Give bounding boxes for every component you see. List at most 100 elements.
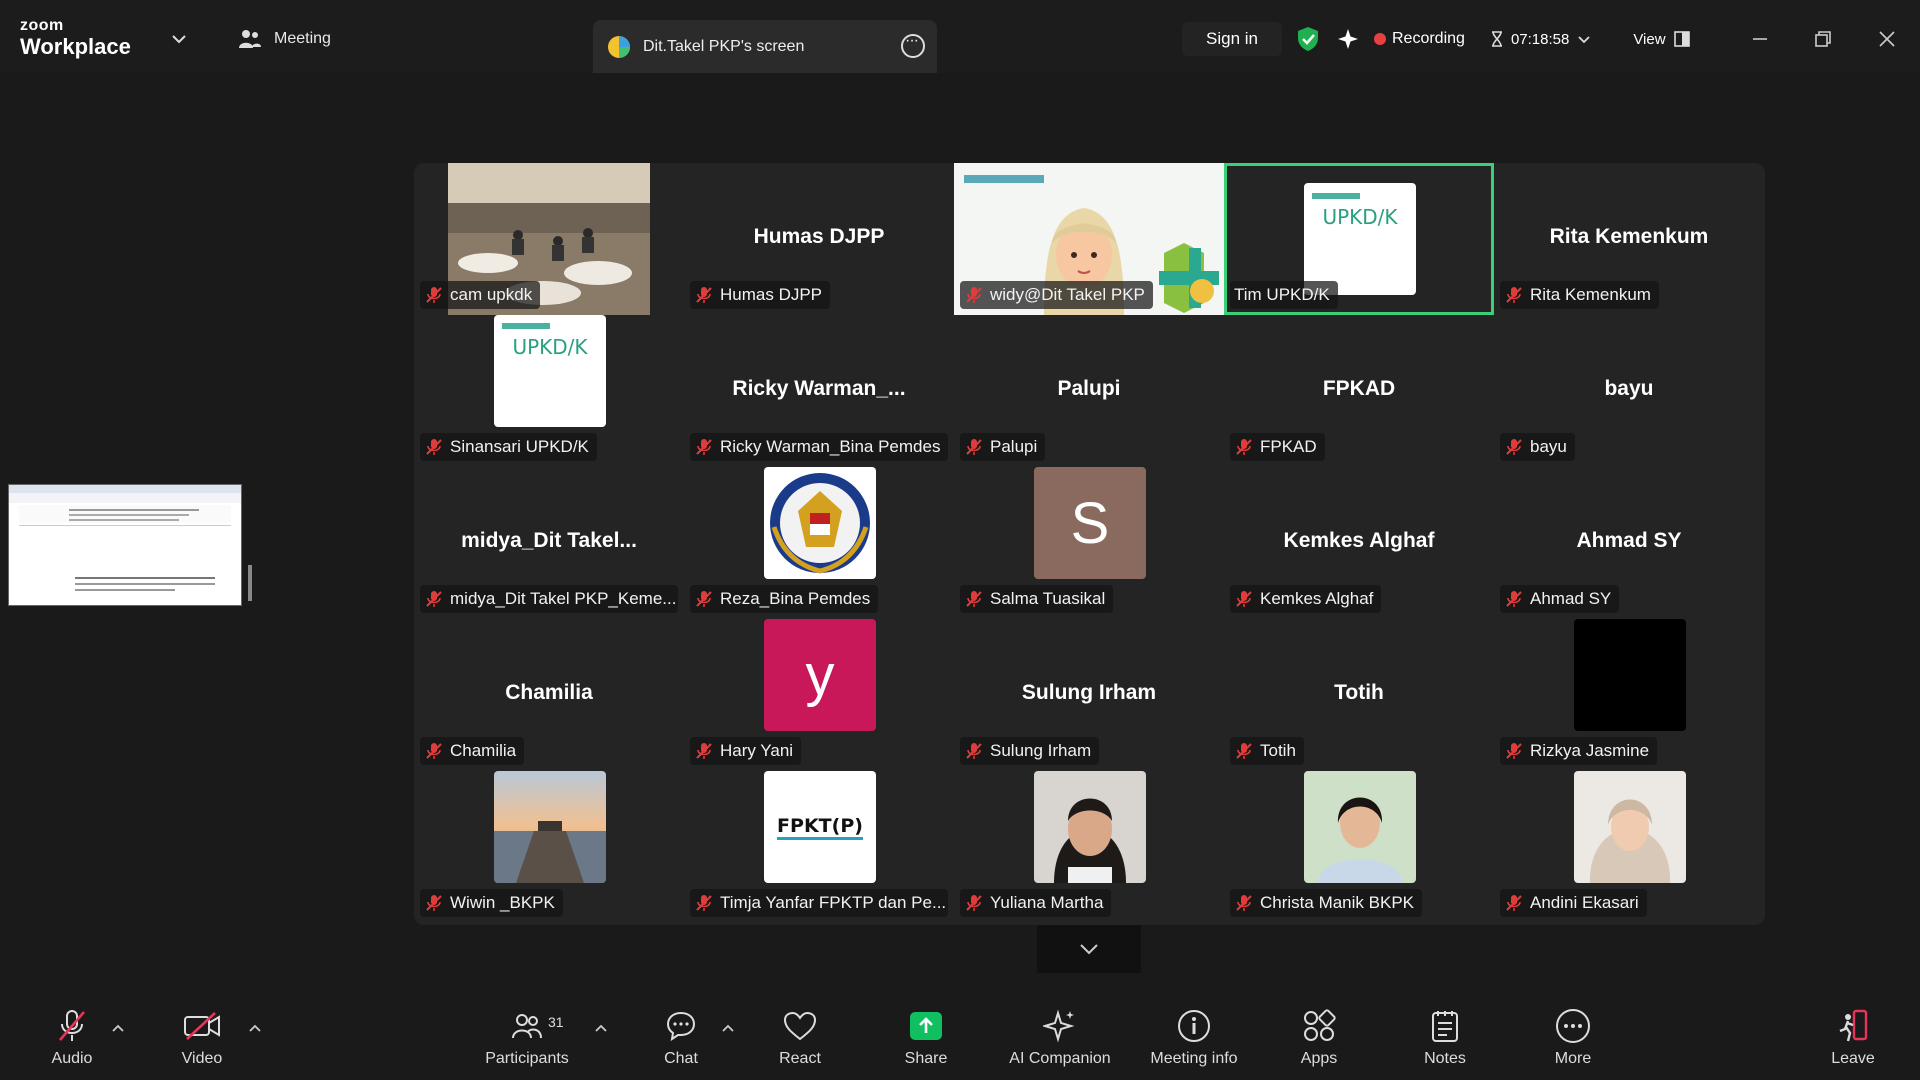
meeting-info-label: Meeting info	[1150, 1050, 1238, 1067]
recording-indicator[interactable]: Recording	[1374, 30, 1465, 48]
participant-tile[interactable]: FPKT(P) Timja Yanfar FPKTP dan Pe...	[684, 771, 954, 923]
upkdk-text: UPKD/K	[512, 335, 588, 359]
mic-muted-icon	[1236, 439, 1252, 455]
share-button[interactable]: Share	[871, 1008, 981, 1068]
video-button[interactable]: Video	[147, 1008, 257, 1068]
ai-companion-button[interactable]: AI Companion	[1005, 1008, 1115, 1068]
mic-muted-icon	[966, 895, 982, 911]
shield-check-icon[interactable]	[1296, 26, 1320, 52]
participant-tile[interactable]: Kemkes Alghaf Kemkes Alghaf	[1224, 467, 1494, 619]
participant-tile[interactable]: Humas DJPP Humas DJPP	[684, 163, 954, 315]
participant-display-name: Totih	[1334, 681, 1384, 704]
participant-tile[interactable]: Rizkya Jasmine	[1494, 619, 1764, 771]
participant-tile[interactable]: widy@Dit Takel PKP	[954, 163, 1224, 315]
mic-muted-icon	[966, 591, 982, 607]
chat-button[interactable]: Chat	[626, 1008, 736, 1068]
participant-name: cam upkdk	[450, 285, 533, 304]
participant-name: widy@Dit Takel PKP	[990, 285, 1145, 304]
participant-name-tag: Yuliana Martha	[960, 889, 1112, 917]
chevron-up-icon[interactable]	[720, 1020, 736, 1036]
mic-muted-icon	[1236, 591, 1252, 607]
participant-name-tag: widy@Dit Takel PKP	[960, 281, 1153, 309]
participant-tile[interactable]: Sulung Irham Sulung Irham	[954, 619, 1224, 771]
participant-tile[interactable]: S Salma Tuasikal	[954, 467, 1224, 619]
sign-in-button[interactable]: Sign in	[1182, 22, 1282, 56]
meeting-tab-label: Meeting	[274, 30, 331, 47]
mic-muted-icon	[696, 591, 712, 607]
participant-name: Chamilia	[450, 741, 517, 760]
participant-tile[interactable]: bayu bayu	[1494, 315, 1764, 467]
meeting-toolbar: Audio Video 31 Participants Chat React S…	[0, 990, 1920, 1080]
participant-tile[interactable]: Rita Kemenkum Rita Kemenkum	[1494, 163, 1764, 315]
gallery-next-page-button[interactable]	[1037, 925, 1141, 973]
participant-tile[interactable]: Wiwin _BKPK	[414, 771, 684, 923]
participant-tile[interactable]: Ahmad SY Ahmad SY	[1494, 467, 1764, 619]
title-bar: zoom Workplace Meeting Dit.Takel PKP's s…	[0, 0, 1920, 73]
participant-tile[interactable]: Totih Totih	[1224, 619, 1494, 771]
participant-tile[interactable]: Yuliana Martha	[954, 771, 1224, 923]
chat-icon	[666, 1011, 696, 1042]
hourglass-icon	[1491, 31, 1502, 47]
participant-name-tag: Hary Yani	[690, 737, 802, 765]
participant-name-tag: Ahmad SY	[1500, 585, 1620, 613]
chevron-up-icon[interactable]	[247, 1020, 263, 1036]
zoom-workplace-logo[interactable]: zoom Workplace	[20, 18, 131, 58]
participant-name-tag: Ricky Warman_Bina Pemdes	[690, 433, 948, 461]
leave-button[interactable]: Leave	[1798, 1008, 1908, 1068]
participants-button[interactable]: 31 Participants	[472, 1008, 582, 1068]
more-label: More	[1554, 1050, 1592, 1067]
notes-button[interactable]: Notes	[1390, 1008, 1500, 1068]
participant-name-tag: Salma Tuasikal	[960, 585, 1114, 613]
view-button[interactable]: View	[1633, 31, 1690, 48]
mic-muted-icon	[426, 743, 442, 759]
participant-name: Tim UPKD/K	[1234, 285, 1330, 304]
titlebar-right-controls: Sign in Recording 07:18:58 View	[1182, 22, 1690, 56]
apps-button[interactable]: Apps	[1264, 1008, 1374, 1068]
participant-name-tag: Reza_Bina Pemdes	[690, 585, 879, 613]
resize-handle[interactable]	[248, 565, 252, 601]
participant-tile[interactable]: Palupi Palupi	[954, 315, 1224, 467]
participant-tile[interactable]: UPKD/K Sinansari UPKD/K	[414, 315, 684, 467]
participant-tile[interactable]: Christa Manik BKPK	[1224, 771, 1494, 923]
participant-display-name: Kemkes Alghaf	[1283, 529, 1435, 552]
more-options-icon[interactable]	[901, 32, 925, 58]
leave-icon	[1839, 1009, 1868, 1042]
participant-tile[interactable]: Ricky Warman_... Ricky Warman_Bina Pemde…	[684, 315, 954, 467]
participant-tile[interactable]: midya_Dit Takel... midya_Dit Takel PKP_K…	[414, 467, 684, 619]
shared-screen-thumbnail[interactable]	[8, 484, 242, 606]
mic-muted-icon	[1506, 743, 1522, 759]
participant-tile[interactable]: Reza_Bina Pemdes	[684, 467, 954, 619]
participant-name-tag: Sinansari UPKD/K	[420, 433, 597, 461]
participant-tile[interactable]: FPKAD FPKAD	[1224, 315, 1494, 467]
more-button[interactable]: More	[1518, 1008, 1628, 1068]
participant-name: Rizkya Jasmine	[1530, 741, 1650, 760]
mic-muted-icon	[696, 439, 712, 455]
restore-icon[interactable]	[1808, 24, 1838, 54]
meeting-info-button[interactable]: Meeting info	[1139, 1008, 1249, 1068]
participant-tile[interactable]: y Hary Yani	[684, 619, 954, 771]
tab-shared-screen[interactable]: Dit.Takel PKP's screen	[593, 20, 937, 73]
garuda-emblem-avatar	[764, 467, 876, 579]
meeting-timer[interactable]: 07:18:58	[1491, 31, 1591, 48]
close-icon[interactable]	[1872, 24, 1902, 54]
participant-tile[interactable]: Chamilia Chamilia	[414, 619, 684, 771]
more-icon	[1556, 1009, 1590, 1043]
tab-meeting[interactable]: Meeting	[238, 28, 331, 50]
participant-tile[interactable]: cam upkdk	[414, 163, 684, 315]
minimize-icon[interactable]	[1745, 24, 1775, 54]
audio-button[interactable]: Audio	[17, 1008, 127, 1068]
ai-sparkle-icon[interactable]	[1336, 27, 1360, 51]
chevron-up-icon[interactable]	[110, 1020, 126, 1036]
ai-sparkle-icon	[1043, 1009, 1075, 1043]
participant-name: Rita Kemenkum	[1530, 285, 1651, 304]
participant-tile[interactable]: Andini Ekasari	[1494, 771, 1764, 923]
participant-name-tag: cam upkdk	[420, 281, 541, 309]
react-button[interactable]: React	[745, 1008, 855, 1068]
chevron-down-icon[interactable]	[170, 30, 188, 48]
apps-icon	[1304, 1009, 1336, 1041]
participant-tile-active-speaker[interactable]: UPKD/K Tim UPKD/K	[1224, 163, 1494, 315]
recording-label: Recording	[1392, 30, 1465, 47]
chevron-up-icon[interactable]	[593, 1020, 609, 1036]
info-icon	[1178, 1010, 1210, 1042]
participant-name-tag: Rita Kemenkum	[1500, 281, 1659, 309]
